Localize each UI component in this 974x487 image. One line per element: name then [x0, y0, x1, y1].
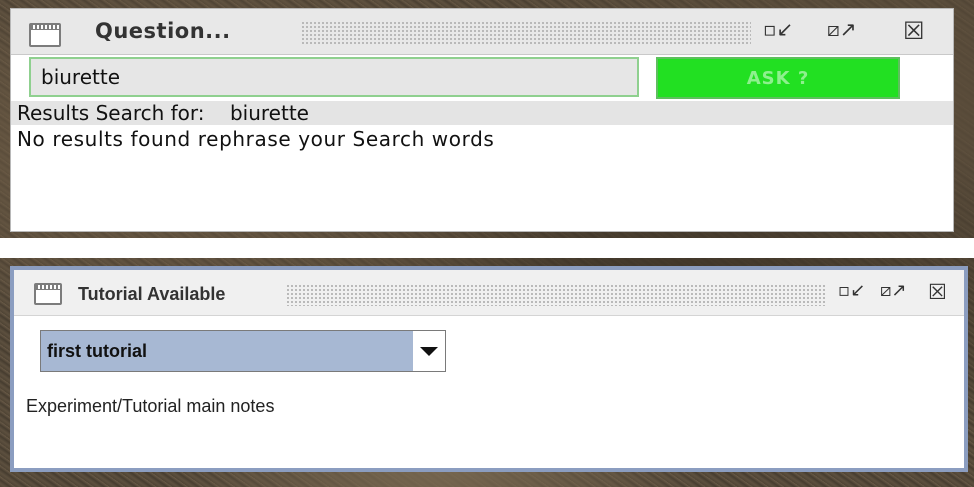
question-window-title: Question... [95, 19, 231, 43]
search-input[interactable]: biurette [29, 57, 639, 97]
tutorial-select[interactable]: first tutorial [40, 330, 446, 372]
background-separator [0, 238, 974, 258]
close-icon[interactable]: ☒ [928, 280, 947, 304]
results-label: Results Search for: [17, 101, 205, 125]
tutorial-window-title: Tutorial Available [78, 284, 226, 304]
results-header: Results Search for: biurette [11, 101, 953, 125]
minimize-icon[interactable]: ▫↙ [763, 17, 793, 41]
maximize-icon[interactable]: ⧄↗ [880, 280, 907, 301]
maximize-icon[interactable]: ⧄↗ [827, 17, 856, 41]
window-icon [29, 23, 61, 47]
tutorial-window-titlebar[interactable]: Tutorial Available ▫↙ ⧄↗ ☒ [14, 270, 964, 316]
no-results-message: No results found rephrase your Search wo… [17, 127, 495, 151]
tutorial-notes-label: Experiment/Tutorial main notes [26, 396, 275, 416]
titlebar-grip[interactable] [286, 284, 826, 306]
tutorial-window: Tutorial Available ▫↙ ⧄↗ ☒ first tutoria… [10, 266, 968, 472]
minimize-icon[interactable]: ▫↙ [838, 280, 865, 301]
question-window-titlebar[interactable]: Question... ▫↙ ⧄↗ ☒ [11, 9, 953, 55]
close-icon[interactable]: ☒ [903, 17, 925, 45]
results-search-term: biurette [229, 101, 309, 125]
chevron-down-icon[interactable] [413, 331, 445, 371]
ask-button[interactable]: ASK ? [656, 57, 900, 99]
window-icon [34, 283, 62, 305]
tutorial-select-value: first tutorial [41, 331, 413, 371]
question-window: Question... ▫↙ ⧄↗ ☒ biurette ASK ? Resul… [10, 8, 954, 232]
titlebar-grip[interactable] [301, 21, 751, 45]
